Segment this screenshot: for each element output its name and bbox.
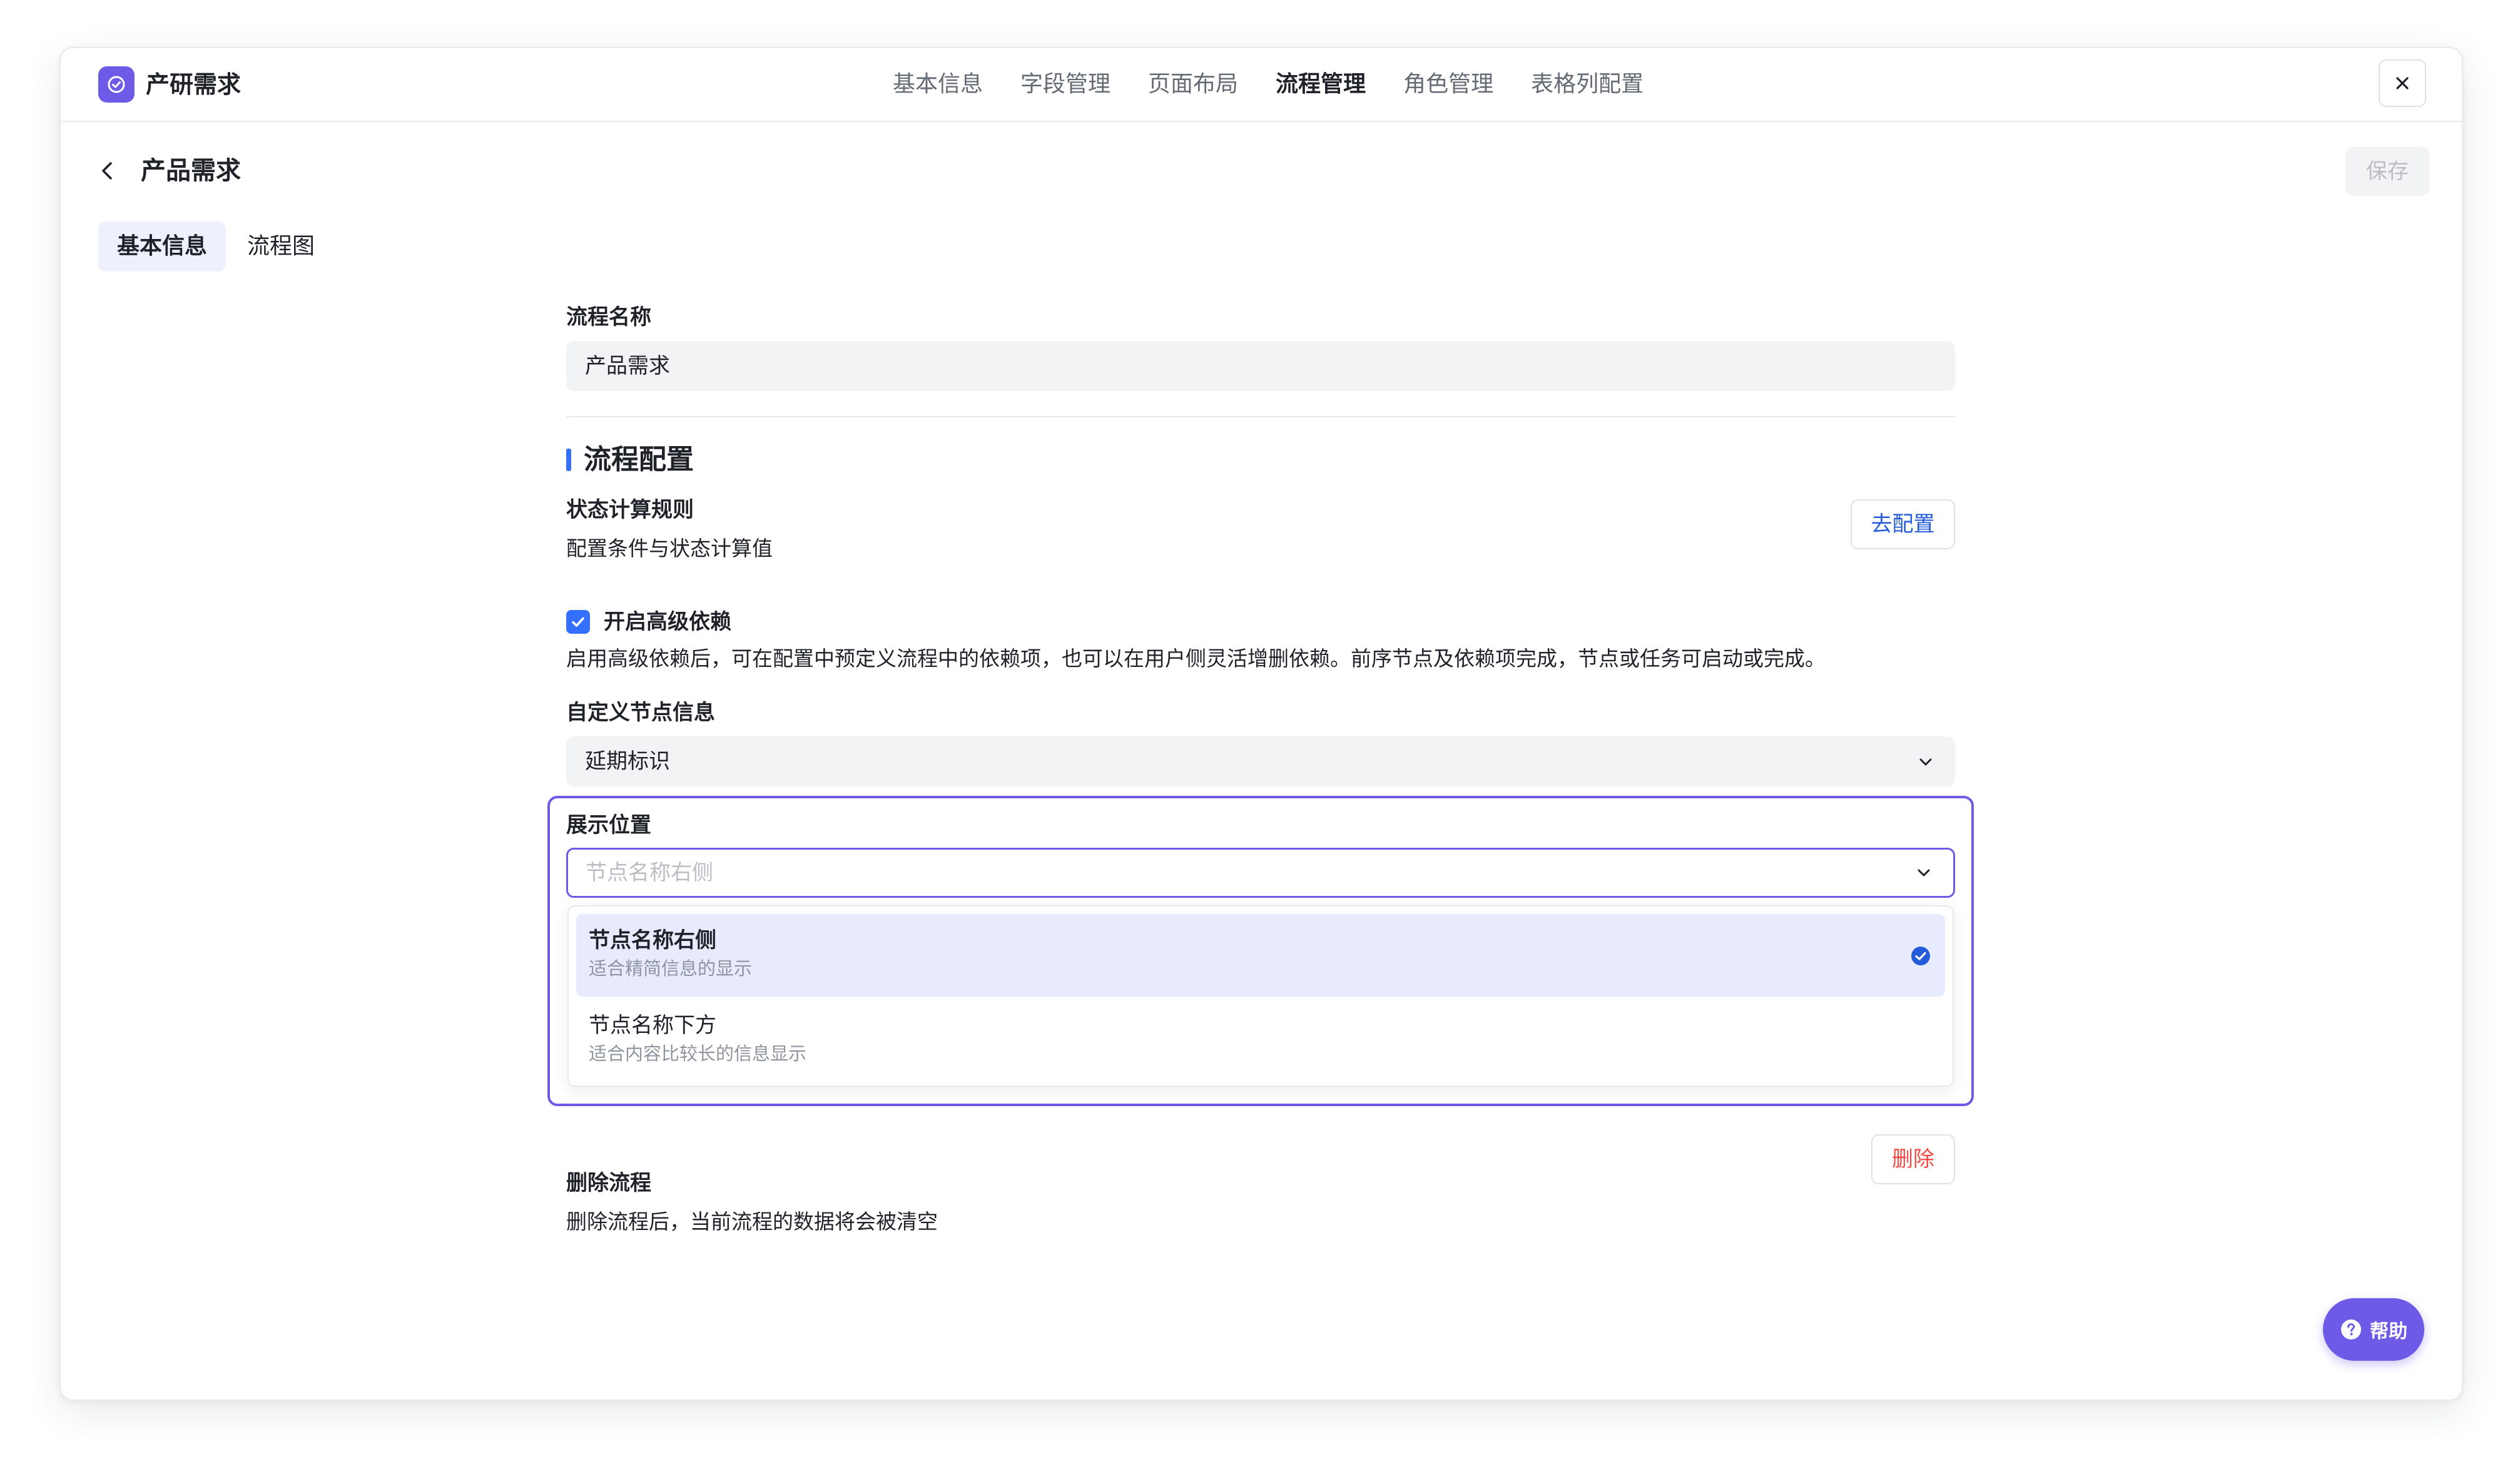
delete-button[interactable]: 删除 xyxy=(1871,1134,1955,1184)
status-rule-label: 状态计算规则 xyxy=(566,497,694,522)
stage: 产研需求 基本信息 字段管理 页面布局 流程管理 角色管理 表格列配置 产品需求… xyxy=(0,0,2520,1469)
page-title: 产品需求 xyxy=(141,156,241,185)
option-desc: 适合内容比较长的信息显示 xyxy=(589,1043,807,1064)
divider xyxy=(566,416,1955,417)
position-label: 展示位置 xyxy=(566,813,651,838)
custom-node-value: 延期标识 xyxy=(585,749,670,774)
save-button[interactable]: 保存 xyxy=(2345,147,2429,196)
flow-name-label: 流程名称 xyxy=(566,305,651,330)
position-select[interactable]: 节点名称右侧 xyxy=(566,848,1955,898)
close-button[interactable] xyxy=(2379,59,2426,107)
flow-name-input[interactable]: 产品需求 xyxy=(566,341,1955,391)
chevron-down-icon xyxy=(1918,869,1930,877)
option-title: 节点名称下方 xyxy=(589,1013,716,1038)
nav-flow-management[interactable]: 流程管理 xyxy=(1276,67,1366,102)
option-title: 节点名称右侧 xyxy=(589,928,716,953)
position-dropdown: 节点名称右侧 适合精简信息的显示 节点名称下方 适合内容比较长的信息显示 xyxy=(567,905,1954,1087)
custom-node-label: 自定义节点信息 xyxy=(566,700,715,725)
position-select-placeholder: 节点名称右侧 xyxy=(586,860,713,885)
section-accent-bar xyxy=(566,449,571,471)
chevron-down-icon xyxy=(1919,758,1932,766)
advanced-dependency-label: 开启高级依赖 xyxy=(604,609,731,634)
position-option-below[interactable]: 节点名称下方 适合内容比较长的信息显示 xyxy=(576,999,1945,1082)
check-icon xyxy=(572,617,584,627)
top-bar: 产研需求 基本信息 字段管理 页面布局 流程管理 角色管理 表格列配置 xyxy=(61,48,2462,122)
advanced-dependency-desc: 启用高级依赖后，可在配置中预定义流程中的依赖项，也可以在用户侧灵活增删依赖。前序… xyxy=(566,646,1826,671)
app-window: 产研需求 基本信息 字段管理 页面布局 流程管理 角色管理 表格列配置 产品需求… xyxy=(59,47,2463,1401)
status-rule-desc: 配置条件与状态计算值 xyxy=(566,536,773,561)
position-option-right[interactable]: 节点名称右侧 适合精简信息的显示 xyxy=(576,914,1945,997)
help-button[interactable]: 帮助 xyxy=(2323,1298,2424,1361)
nav-field-management[interactable]: 字段管理 xyxy=(1020,67,1110,102)
section-title: 流程配置 xyxy=(584,444,694,475)
configure-button[interactable]: 去配置 xyxy=(1851,499,1955,549)
chevron-left-icon xyxy=(102,162,112,180)
delete-flow-desc: 删除流程后，当前流程的数据将会被清空 xyxy=(566,1209,938,1234)
top-nav: 基本信息 字段管理 页面布局 流程管理 角色管理 表格列配置 xyxy=(893,67,1681,102)
close-icon xyxy=(2396,77,2409,89)
nav-role-management[interactable]: 角色管理 xyxy=(1403,67,1493,102)
back-button[interactable] xyxy=(99,158,122,183)
app-title: 产研需求 xyxy=(146,71,241,98)
tab-basic-info[interactable]: 基本信息 xyxy=(98,221,226,272)
tab-flow-chart[interactable]: 流程图 xyxy=(228,221,333,272)
nav-basic-info[interactable]: 基本信息 xyxy=(893,67,983,102)
option-desc: 适合精简信息的显示 xyxy=(589,958,753,979)
delete-flow-label: 删除流程 xyxy=(566,1171,651,1196)
nav-page-layout[interactable]: 页面布局 xyxy=(1148,67,1238,102)
question-circle-icon xyxy=(2341,1319,2361,1339)
custom-node-select[interactable]: 延期标识 xyxy=(566,736,1955,786)
nav-table-column-config[interactable]: 表格列配置 xyxy=(1531,67,1644,102)
selected-check-icon xyxy=(1911,947,1930,965)
help-label: 帮助 xyxy=(2370,1321,2407,1343)
app-logo-icon xyxy=(98,66,135,103)
advanced-dependency-checkbox[interactable] xyxy=(566,610,590,634)
